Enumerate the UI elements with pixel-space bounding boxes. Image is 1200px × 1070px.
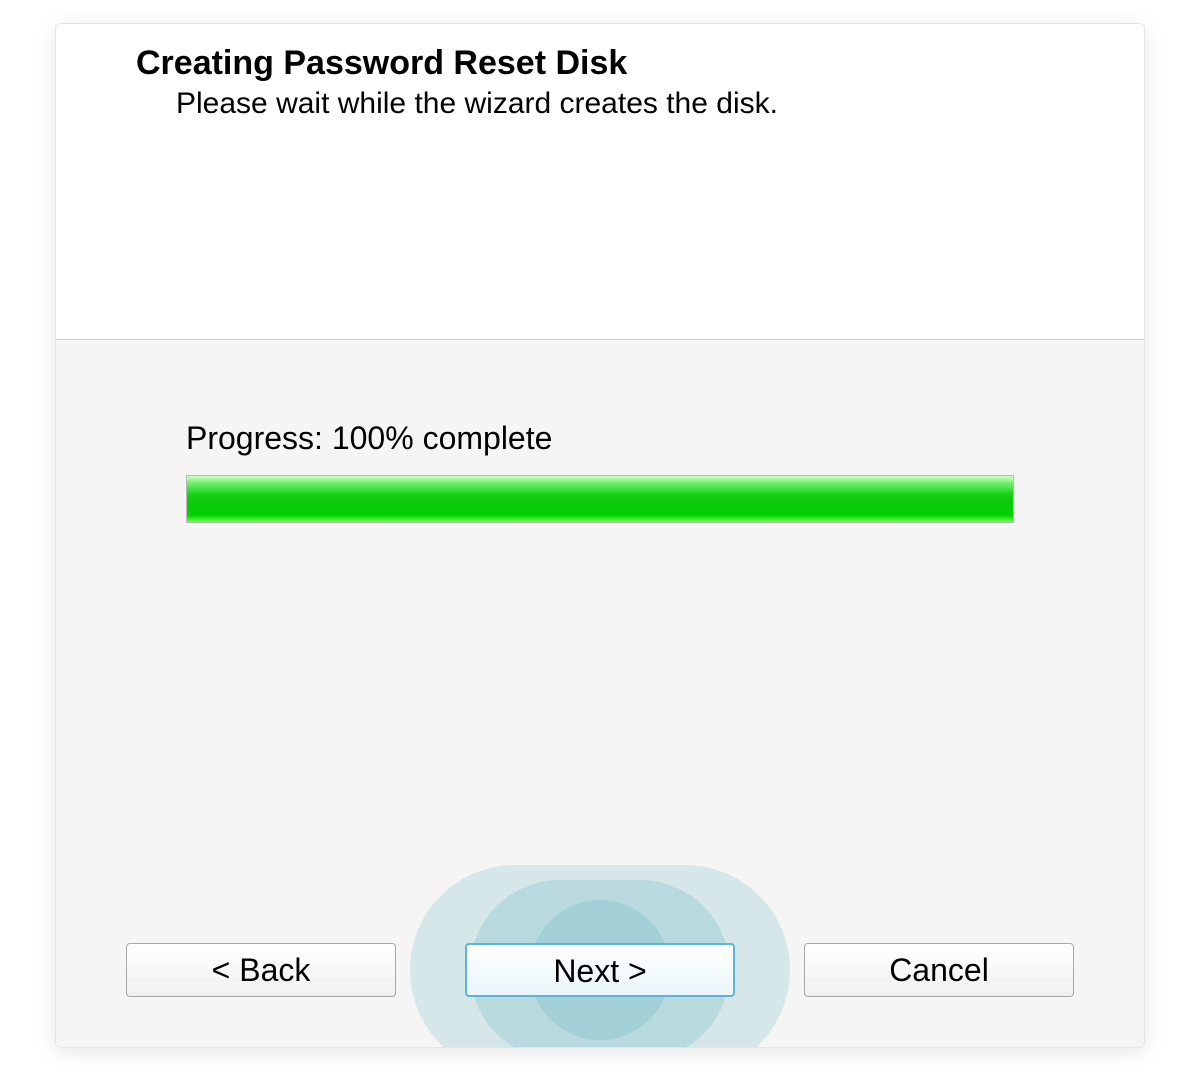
wizard-subtitle: Please wait while the wizard creates the… [176, 87, 1094, 121]
wizard-content: Progress: 100% complete [56, 340, 1144, 943]
next-button-wrapper: Next > [465, 943, 735, 997]
next-button[interactable]: Next > [465, 943, 735, 997]
back-button[interactable]: < Back [126, 943, 396, 997]
progress-label: Progress: 100% complete [186, 420, 1014, 457]
progress-bar-fill [187, 476, 1013, 522]
wizard-title: Creating Password Reset Disk [136, 44, 1094, 83]
wizard-header: Creating Password Reset Disk Please wait… [56, 24, 1144, 339]
wizard-dialog: Creating Password Reset Disk Please wait… [55, 23, 1145, 1048]
progress-bar [186, 475, 1014, 523]
cancel-button[interactable]: Cancel [804, 943, 1074, 997]
wizard-button-row: < Back Next > Cancel [56, 943, 1144, 1047]
